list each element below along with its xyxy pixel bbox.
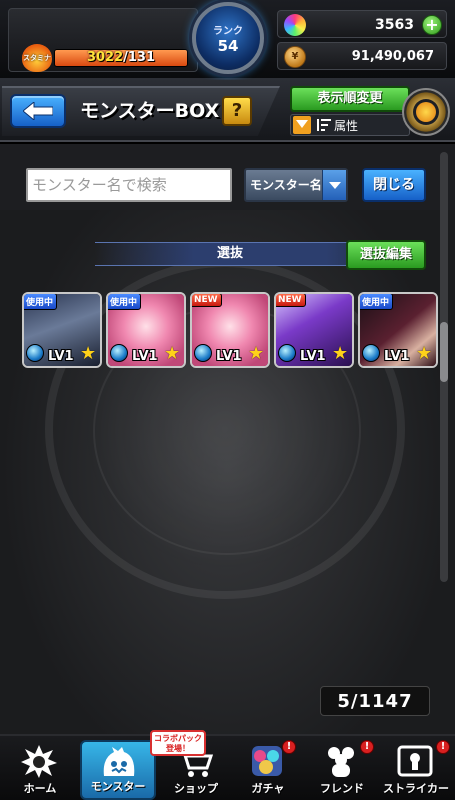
attribute-filter[interactable]: 属性 (290, 114, 410, 136)
orb-counter: 3563 + (277, 10, 447, 38)
water-element-icon (26, 344, 44, 362)
level-label: LV1 (132, 349, 158, 364)
back-button[interactable] (10, 94, 66, 128)
page-title: モンスターBOX (80, 100, 220, 122)
in-use-tag: 使用中 (108, 294, 142, 310)
monster-card[interactable]: NEW LV1 ★ (190, 292, 270, 368)
collab-pack-badge: コラボパック 登場！ (150, 730, 206, 756)
star-icon: ★ (416, 343, 433, 364)
nav-striker[interactable]: ストライカー ! (378, 740, 454, 800)
rank-badge[interactable]: ランク 54 (192, 2, 264, 74)
in-use-tag: 使用中 (360, 294, 394, 310)
level-label: LV1 (216, 349, 242, 364)
water-element-icon (110, 344, 128, 362)
orb-value: 3563 (375, 17, 414, 33)
nav-friend[interactable]: フレンド ! (304, 740, 380, 800)
buy-orbs-button[interactable]: + (422, 15, 442, 35)
friends-icon (328, 747, 354, 777)
in-use-tag: 使用中 (24, 294, 58, 310)
sort-icon (317, 119, 331, 131)
help-button[interactable]: ? (222, 96, 252, 126)
alert-badge: ! (436, 740, 450, 754)
scrollbar[interactable] (440, 152, 448, 582)
water-element-icon (278, 344, 296, 362)
alert-badge: ! (282, 740, 296, 754)
monster-face-icon (103, 747, 135, 776)
nav-gacha-label: ガチャ (251, 782, 285, 795)
nav-monster-label: モンスター (90, 780, 146, 793)
nav-home[interactable]: ホーム (2, 740, 78, 800)
bottom-nav: ホーム モンスター ショップ ガチャ ! フレンド ! ストライカー ! (0, 734, 455, 800)
water-element-icon (194, 344, 212, 362)
star-icon: ★ (248, 343, 265, 364)
search-input[interactable] (26, 168, 232, 202)
back-arrow-icon (23, 102, 53, 120)
gacha-icon (252, 746, 282, 776)
nav-shop-label: ショップ (174, 782, 218, 795)
nav-monster[interactable]: モンスター (80, 740, 156, 800)
search-field-value: モンスター名 (250, 178, 322, 192)
scrollbar-thumb[interactable] (440, 322, 448, 382)
gold-value: 91,490,067 (351, 49, 434, 64)
monster-card[interactable]: NEW LV1 ★ (274, 292, 354, 368)
gold-coin-icon: ¥ (284, 46, 306, 68)
nav-home-label: ホーム (23, 782, 57, 795)
star-icon: ★ (332, 343, 349, 364)
header: モンスターBOX ? 表示順変更 属性 (0, 80, 455, 142)
status-bar: スタミナ 3022/131 ランク 54 3563 + ¥ 91,490,067 (0, 0, 455, 80)
monster-card[interactable]: 使用中 LV1 ★ (22, 292, 102, 368)
level-label: LV1 (300, 349, 326, 364)
edit-team-button[interactable]: 選抜編集 (346, 240, 426, 270)
level-label: LV1 (48, 349, 74, 364)
close-search-button[interactable]: 閉じる (362, 168, 426, 202)
new-tag: NEW (192, 294, 222, 307)
monster-card[interactable]: 使用中 LV1 ★ (358, 292, 438, 368)
monster-card[interactable]: 使用中 LV1 ★ (106, 292, 186, 368)
sun-icon (416, 102, 436, 122)
filter-icon (293, 116, 311, 134)
stamina-value: 3022/131 (86, 50, 156, 65)
monster-box-panel: モンスター名 閉じる 選抜 選抜編集 使用中 LV1 ★ 使用中 LV1 ★ N… (0, 144, 455, 734)
settings-gear-icon[interactable] (402, 88, 450, 136)
star-icon: ★ (164, 343, 181, 364)
stamina-icon: スタミナ (22, 44, 52, 72)
home-burst-icon (21, 745, 57, 778)
collab-badge-line2: 登場！ (166, 744, 190, 753)
new-tag: NEW (276, 294, 306, 307)
sort-order-button[interactable]: 表示順変更 (290, 86, 410, 112)
striker-card-icon (397, 745, 433, 777)
nav-striker-label: ストライカー (383, 782, 449, 795)
rank-label: ランク (213, 25, 243, 37)
alert-badge: ! (360, 740, 374, 754)
orb-icon (284, 14, 306, 36)
search-field-select[interactable]: モンスター名 (244, 168, 348, 202)
water-element-icon (362, 344, 380, 362)
chevron-down-icon[interactable] (322, 170, 346, 200)
monster-list: 使用中 LV1 ★ 使用中 LV1 ★ NEW LV1 ★ NEW LV1 ★ (22, 292, 442, 372)
nav-friend-label: フレンド (320, 782, 364, 795)
filter-label: 属性 (334, 118, 359, 133)
team-label: 選抜 (216, 246, 243, 261)
collab-badge-line1: コラボパック (154, 734, 202, 743)
gold-counter: ¥ 91,490,067 (277, 42, 447, 70)
box-count: 5/1147 (320, 686, 430, 716)
star-icon: ★ (80, 343, 97, 364)
level-label: LV1 (384, 349, 410, 364)
rank-value: 54 (217, 36, 239, 55)
nav-gacha[interactable]: ガチャ ! (230, 740, 306, 800)
